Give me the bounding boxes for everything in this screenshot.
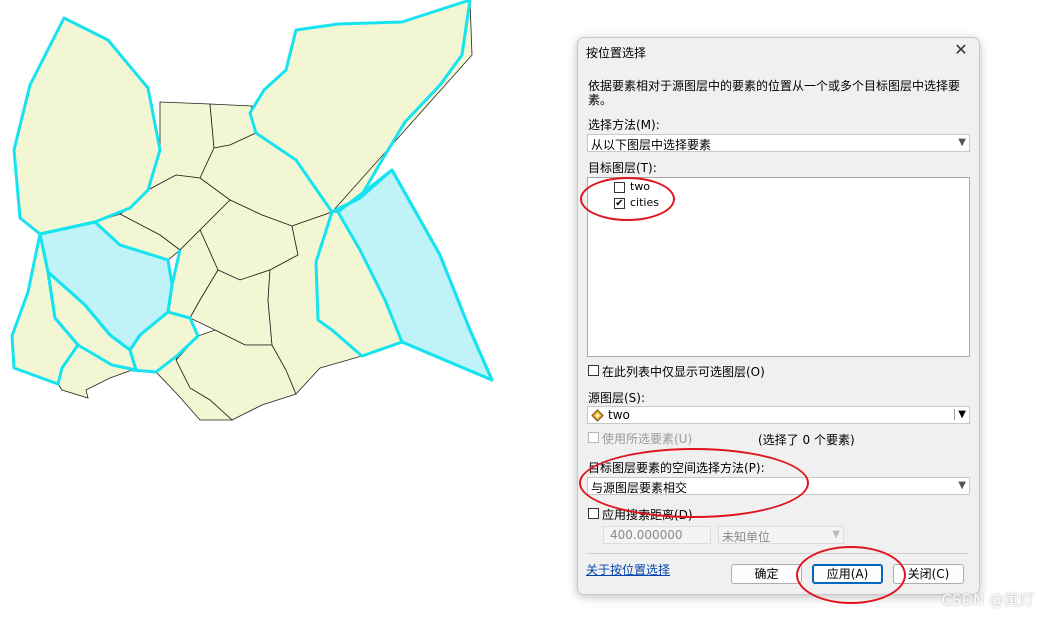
only-selectable-label: 在此列表中仅显示可选图层(O) — [602, 365, 765, 379]
unit-select: 未知单位 ▼ — [718, 526, 844, 544]
source-layer-value: two — [608, 408, 630, 422]
method-select-value: 从以下图层中选择要素 — [591, 138, 712, 152]
method-select[interactable]: 从以下图层中选择要素 ▼ — [587, 134, 970, 152]
source-layer-select[interactable]: two ▼ — [587, 406, 970, 424]
chevron-down-icon: ▼ — [832, 529, 840, 540]
chevron-down-icon: ▼ — [958, 480, 966, 491]
selected-count: (选择了 0 个要素) — [758, 433, 855, 447]
map-polygons — [11, 0, 493, 421]
annotation-oval-apply — [796, 546, 906, 604]
method-label: 选择方法(M): — [588, 118, 660, 132]
ok-button[interactable]: 确定 — [731, 564, 802, 584]
about-link[interactable]: 关于按位置选择 — [586, 561, 670, 578]
unit-value: 未知单位 — [722, 530, 771, 544]
polygon-layer-icon — [591, 409, 604, 422]
chevron-down-icon: ▼ — [954, 409, 966, 420]
source-layer-label: 源图层(S): — [588, 391, 646, 405]
dialog-titlebar[interactable]: 按位置选择 ✕ — [578, 38, 979, 64]
dialog-description: 依据要素相对于源图层中的要素的位置从一个或多个目标图层中选择要素。 — [588, 79, 961, 107]
distance-input: 400.000000 — [603, 526, 711, 544]
dialog-title: 按位置选择 — [586, 46, 647, 60]
close-icon[interactable]: ✕ — [951, 40, 971, 60]
distance-value: 400.000000 — [610, 528, 683, 542]
watermark: CSDN @寅灯 — [941, 591, 1034, 609]
use-selected-label: 使用所选要素(U) — [602, 432, 693, 446]
search-distance-checkbox[interactable] — [588, 508, 599, 519]
annotation-oval-target-layer — [580, 177, 675, 221]
separator — [587, 553, 969, 554]
only-selectable-checkbox[interactable] — [588, 365, 599, 376]
annotation-oval-spatial-method — [579, 448, 809, 518]
chevron-down-icon: ▼ — [958, 137, 966, 148]
target-layers-label: 目标图层(T): — [588, 161, 657, 175]
use-selected-checkbox — [588, 432, 599, 443]
map-canvas[interactable] — [0, 0, 560, 618]
